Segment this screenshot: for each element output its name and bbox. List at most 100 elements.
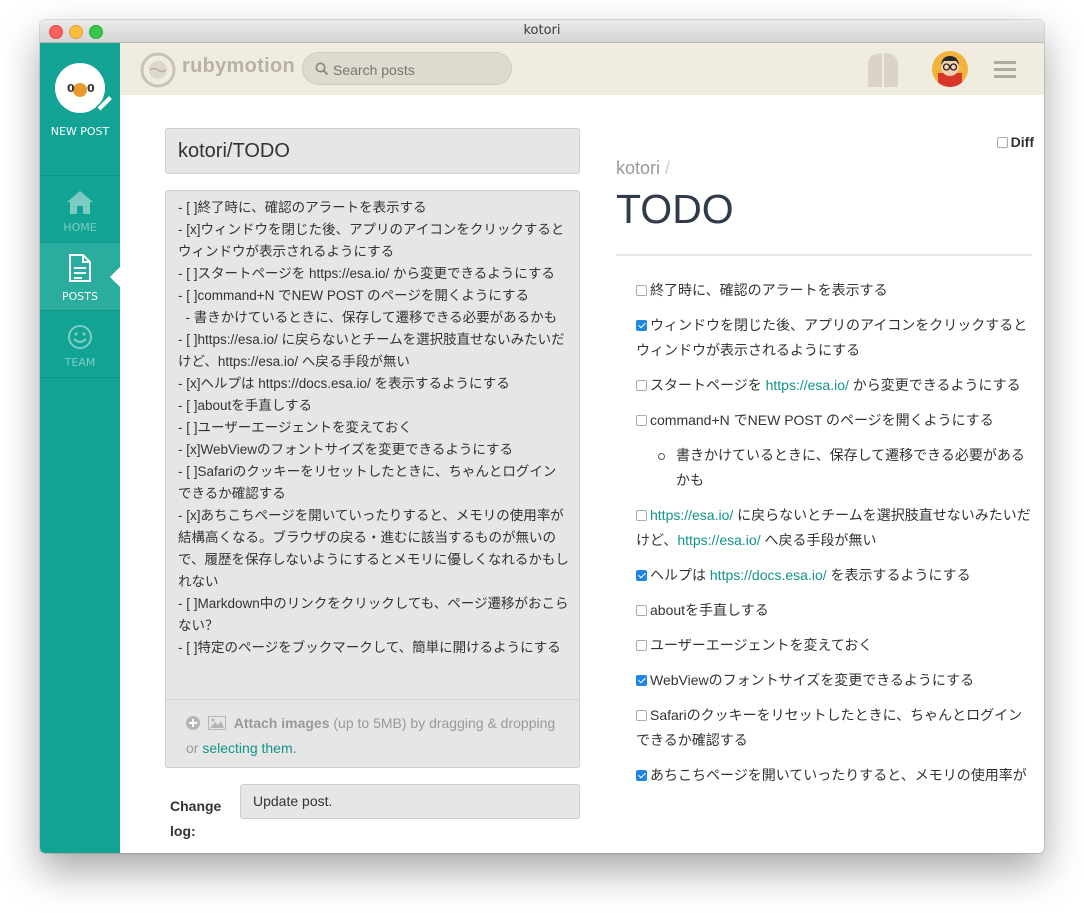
task-item: ウィンドウを閉じた後、アプリのアイコンをクリックするとウィンドウが表示されるよう… xyxy=(636,313,1032,363)
change-log-input[interactable]: Update post. xyxy=(240,784,580,819)
team-logo-icon[interactable] xyxy=(140,52,176,88)
attach-images-area[interactable]: Attach images (up to 5MB) by dragging & … xyxy=(166,699,579,767)
select-images-link[interactable]: selecting them. xyxy=(202,740,296,756)
task-text: WebViewのフォントサイズを変更できるようにする xyxy=(650,672,975,688)
app-window: kotori 0 0 NEW POST HOME POSTS TEAM ruby… xyxy=(40,20,1044,853)
task-text: から変更できるようにする xyxy=(848,377,1021,393)
menu-icon[interactable] xyxy=(994,61,1016,79)
window-title: kotori xyxy=(523,23,561,38)
subtask-item: 書きかけているときに、保存して遷移できる必要があるかも xyxy=(656,443,1032,493)
task-text: 書きかけているときに、保存して遷移できる必要があるかも xyxy=(676,447,1025,488)
title-bar: kotori xyxy=(40,20,1044,43)
editor-line: - [ ]Markdown中のリンクをクリックしても、ページ遷移がおこらない？ xyxy=(178,596,569,633)
editor-line: - [x]ウィンドウを閉じた後、アプリのアイコンをクリックするとウィンドウが表示… xyxy=(178,222,565,259)
attach-or-text: or xyxy=(186,740,203,756)
body-textarea[interactable]: - [ ]終了時に、確認のアラートを表示する - [x]ウィンドウを閉じた後、ア… xyxy=(178,197,569,659)
task-text: へ戻る手段が無い xyxy=(760,532,877,548)
image-icon xyxy=(207,716,226,730)
editor-line: - [ ]aboutを手直しする xyxy=(178,398,313,413)
editor-line: - [ ]command+N でNEW POST のページを開くようにする xyxy=(178,288,530,303)
task-item: スタートページを https://esa.io/ から変更できるようにする xyxy=(636,373,1032,398)
task-checkbox[interactable] xyxy=(636,605,647,616)
task-text: を表示するようにする xyxy=(826,567,971,583)
task-text: ウィンドウを閉じた後、アプリのアイコンをクリックするとウィンドウが表示されるよう… xyxy=(636,317,1028,358)
sidebar-item-home[interactable]: HOME xyxy=(40,176,120,242)
search-input[interactable] xyxy=(331,59,505,81)
search-box[interactable] xyxy=(302,52,512,85)
top-bar: rubymotion xyxy=(120,43,1044,95)
door-icon[interactable] xyxy=(866,51,900,87)
task-link[interactable]: https://esa.io/ xyxy=(766,377,849,393)
zoom-window-button[interactable] xyxy=(89,25,103,39)
team-name[interactable]: rubymotion xyxy=(182,55,295,78)
sidebar-item-team[interactable]: TEAM xyxy=(40,311,120,377)
task-text: ユーザーエージェントを変えておく xyxy=(650,637,873,653)
task-item: aboutを手直しする xyxy=(636,598,1032,623)
task-checkbox[interactable] xyxy=(636,380,647,391)
document-icon xyxy=(69,254,91,282)
editor-line: - [x]ヘルプは https://docs.esa.io/ を表示するようにす… xyxy=(178,376,510,391)
task-text: あちこちページを開いていったりすると、メモリの使用率が xyxy=(650,767,1027,783)
smiley-icon xyxy=(68,325,92,349)
sidebar-item-new-post[interactable]: 0 0 NEW POST xyxy=(40,63,120,159)
add-circle-icon xyxy=(186,716,200,730)
task-text: Safariのクッキーをリセットしたときに、ちゃんとログインできるか確認する xyxy=(636,707,1023,748)
diff-label: Diff xyxy=(1010,134,1034,150)
title-divider xyxy=(616,254,1032,256)
editor-line: - [ ]Safariのクッキーをリセットしたときに、ちゃんとログインできるか確… xyxy=(178,464,557,501)
editor-line: - 書きかけているときに、保存して遷移できる必要があるかも xyxy=(178,310,558,325)
sidebar-label: TEAM xyxy=(64,356,96,369)
editor-line: - [x]WebViewのフォントサイズを変更できるようにする xyxy=(178,442,513,457)
divider xyxy=(40,377,120,378)
sidebar-label: HOME xyxy=(63,221,97,234)
task-text: command+N でNEW POST のページを開くようにする xyxy=(650,412,994,428)
breadcrumb-category[interactable]: kotori xyxy=(616,158,660,178)
sidebar-label: NEW POST xyxy=(50,125,110,138)
task-item: WebViewのフォントサイズを変更できるようにする xyxy=(636,668,1032,693)
pencil-icon xyxy=(93,93,115,115)
sidebar-label: POSTS xyxy=(62,290,98,303)
task-text: スタートページを xyxy=(650,377,766,393)
task-item: Safariのクッキーをリセットしたときに、ちゃんとログインできるか確認する xyxy=(636,703,1032,753)
task-link[interactable]: https://esa.io/ xyxy=(650,507,733,523)
task-checkbox[interactable] xyxy=(636,570,647,581)
editor-line: - [ ]特定のページをブックマークして、簡単に開けるようにする xyxy=(178,640,561,655)
task-checkbox[interactable] xyxy=(636,675,647,686)
body-editor[interactable]: - [ ]終了時に、確認のアラートを表示する - [x]ウィンドウを閉じた後、ア… xyxy=(165,190,580,768)
task-checkbox[interactable] xyxy=(636,640,647,651)
editor-line: - [ ]スタートページを https://esa.io/ から変更できるように… xyxy=(178,266,555,281)
active-indicator xyxy=(110,267,120,287)
attach-images-label: Attach images xyxy=(233,715,330,731)
task-item: https://esa.io/ に戻らないとチームを選択肢直せないみたいだけど、… xyxy=(636,503,1032,553)
editor-line: - [ ]ユーザーエージェントを変えておく xyxy=(178,420,412,435)
post-title-input[interactable]: kotori/TODO xyxy=(165,128,580,174)
avatar[interactable] xyxy=(932,51,968,87)
task-text: 終了時に、確認のアラートを表示する xyxy=(650,282,888,298)
diff-checkbox[interactable] xyxy=(996,137,1008,148)
task-item: 終了時に、確認のアラートを表示する xyxy=(636,278,1032,303)
task-item: ヘルプは https://docs.esa.io/ を表示するようにする xyxy=(636,563,1032,588)
attach-hint: (up to 5MB) by dragging & dropping xyxy=(329,715,556,731)
task-checkbox[interactable] xyxy=(636,710,647,721)
editor-line: - [ ]https://esa.io/ に戻らないとチームを選択肢直せないみた… xyxy=(178,332,565,369)
diff-toggle[interactable]: Diff xyxy=(996,134,1034,150)
task-link[interactable]: https://docs.esa.io/ xyxy=(710,567,827,583)
task-checkbox[interactable] xyxy=(636,770,647,781)
minimize-window-button[interactable] xyxy=(69,25,83,39)
esa-logo-icon: 0 0 xyxy=(55,63,115,115)
sidebar: 0 0 NEW POST HOME POSTS TEAM xyxy=(40,43,120,853)
close-window-button[interactable] xyxy=(49,25,63,39)
editor-line: - [x]あちこちページを開いていったりすると、メモリの使用率が結構高くなる。ブ… xyxy=(178,508,569,589)
search-icon xyxy=(315,62,329,76)
task-checkbox[interactable] xyxy=(636,285,647,296)
home-icon xyxy=(67,191,93,214)
task-list: 終了時に、確認のアラートを表示する ウィンドウを閉じた後、アプリのアイコンをクリ… xyxy=(636,278,1032,798)
task-text: ヘルプは xyxy=(650,567,710,583)
task-link[interactable]: https://esa.io/ xyxy=(677,532,760,548)
task-checkbox[interactable] xyxy=(636,510,647,521)
sidebar-item-posts[interactable]: POSTS xyxy=(40,243,120,310)
task-text: aboutを手直しする xyxy=(650,602,769,618)
task-checkbox[interactable] xyxy=(636,415,647,426)
task-item: ユーザーエージェントを変えておく xyxy=(636,633,1032,658)
task-checkbox[interactable] xyxy=(636,320,647,331)
